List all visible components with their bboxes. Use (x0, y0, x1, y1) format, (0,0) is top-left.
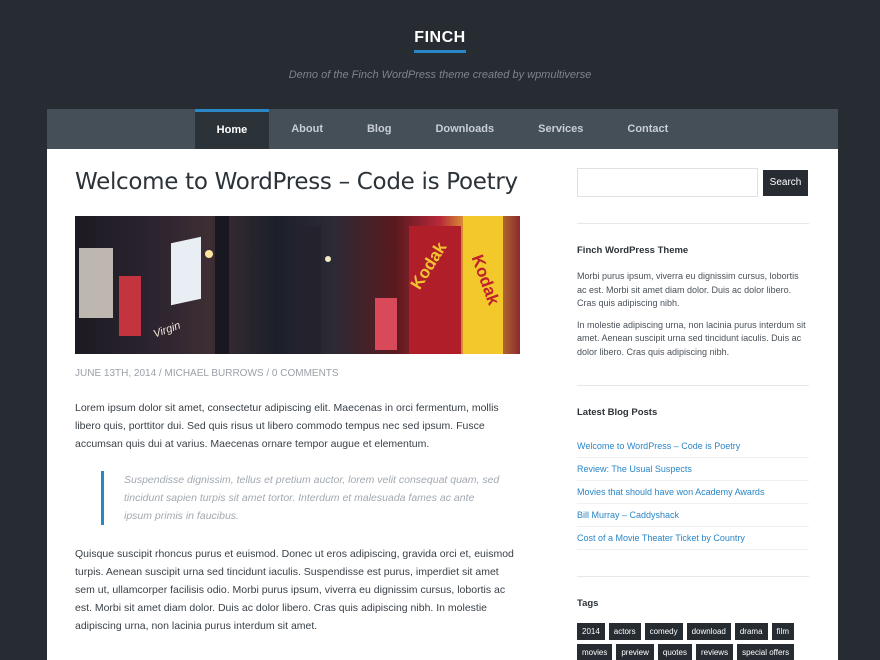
post-paragraph-2: Quisque suscipit rhoncus purus et euismo… (75, 548, 514, 632)
tag-link[interactable]: preview (616, 644, 654, 660)
tag-cloud: 2014 actors comedy download drama film m… (577, 623, 809, 660)
nav-item-contact[interactable]: Contact (605, 109, 690, 149)
tag-link[interactable]: 2014 (577, 623, 605, 640)
site-tagline: Demo of the Finch WordPress theme create… (288, 69, 592, 81)
image-billboard-left (79, 248, 113, 318)
tag-link[interactable]: drama (734, 623, 768, 640)
search-button[interactable]: Search (763, 169, 808, 196)
tag-link[interactable]: movies (577, 644, 613, 660)
nav-item-downloads[interactable]: Downloads (413, 109, 516, 149)
tag-link[interactable]: download (686, 623, 731, 640)
search-form: Search (577, 168, 809, 197)
sidebar: Search Finch WordPress Theme Morbi purus… (577, 149, 809, 660)
image-billboard-2 (119, 276, 141, 336)
tag-link[interactable]: actors (608, 623, 641, 640)
nav-item-services[interactable]: Services (516, 109, 605, 149)
sidebar-divider (577, 223, 809, 224)
image-tower-2 (295, 226, 321, 354)
image-screen-2 (375, 298, 397, 350)
post-blockquote: Suspendisse dignissim, tellus et pretium… (101, 471, 501, 525)
site-title[interactable]: FINCH (414, 29, 466, 53)
about-widget-title: Finch WordPress Theme (577, 245, 689, 256)
tags-title: Tags (577, 598, 599, 609)
sidebar-divider (577, 385, 809, 386)
image-virgin-logo: Virgin (151, 319, 183, 341)
post-paragraph-1: Lorem ipsum dolor sit amet, consectetur … (75, 402, 499, 450)
post-title[interactable]: Welcome to WordPress – Code is Poetry (75, 169, 521, 195)
latest-post-link[interactable]: Review: The Usual Suspects (577, 458, 809, 481)
tag-link[interactable]: reviews (695, 644, 734, 660)
nav-item-blog[interactable]: Blog (345, 109, 413, 149)
sidebar-divider (577, 576, 809, 577)
post-meta: JUNE 13TH, 2014 / MICHAEL BURROWS / 0 CO… (75, 368, 339, 379)
nav-item-home[interactable]: Home (194, 109, 270, 149)
featured-image: Kodak Kodak Virgin (75, 216, 520, 354)
latest-posts-title: Latest Blog Posts (577, 407, 658, 418)
tag-link[interactable]: quotes (657, 644, 692, 660)
search-input[interactable] (577, 168, 758, 197)
latest-posts-list: Welcome to WordPress – Code is Poetry Re… (577, 435, 809, 550)
image-screen (171, 236, 201, 306)
image-light-1 (325, 256, 331, 262)
tag-link[interactable]: comedy (644, 623, 683, 640)
latest-post-link[interactable]: Movies that should have won Academy Awar… (577, 481, 809, 504)
main-nav: Home About Blog Downloads Services Conta… (47, 109, 838, 149)
image-light-2 (205, 250, 213, 258)
image-tower-1 (215, 216, 229, 354)
latest-post-link[interactable]: Cost of a Movie Theater Ticket by Countr… (577, 527, 809, 550)
site-title-wrap: FINCH (0, 29, 880, 53)
latest-post-link[interactable]: Bill Murray – Caddyshack (577, 504, 809, 527)
latest-post-link[interactable]: Welcome to WordPress – Code is Poetry (577, 435, 809, 458)
about-widget-text-1: Morbi purus ipsum, viverra eu dignissim … (577, 271, 799, 308)
post-article: Welcome to WordPress – Code is Poetry Ko… (75, 149, 521, 635)
nav-item-about[interactable]: About (269, 109, 345, 149)
page-content: Welcome to WordPress – Code is Poetry Ko… (47, 149, 838, 660)
site-header: FINCH Demo of the Finch WordPress theme … (0, 0, 880, 109)
about-widget-text-2: In molestie adipiscing urna, non lacinia… (577, 319, 806, 357)
tag-link[interactable]: film (771, 623, 794, 640)
tag-link[interactable]: special offers (737, 644, 795, 660)
